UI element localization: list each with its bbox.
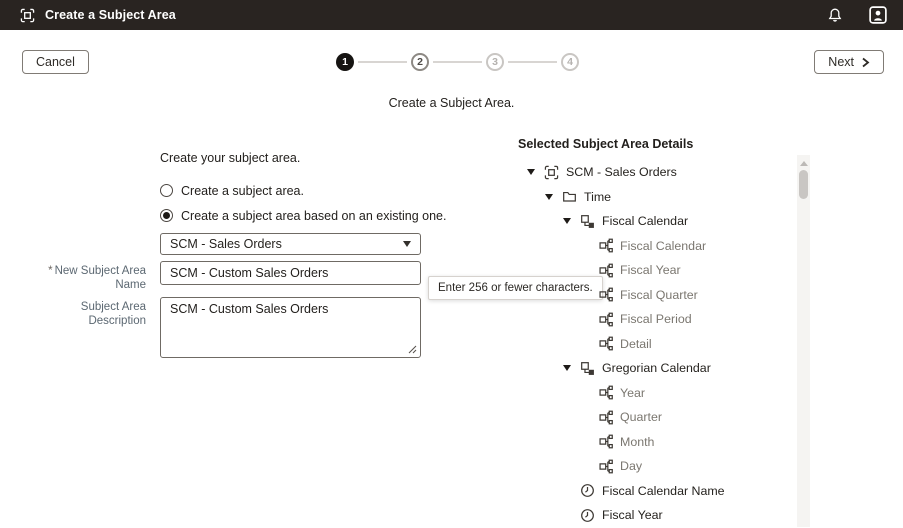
tree-item-label: Fiscal Quarter bbox=[620, 287, 698, 302]
cancel-button[interactable]: Cancel bbox=[22, 50, 89, 74]
description-value: SCM - Custom Sales Orders bbox=[170, 302, 329, 316]
level-icon bbox=[598, 287, 620, 302]
radio-label: Create a subject area. bbox=[181, 183, 304, 198]
subject-area-icon bbox=[544, 165, 566, 180]
scroll-up-arrow-icon[interactable] bbox=[799, 161, 808, 166]
radio-option-2[interactable]: Create a subject area based on an existi… bbox=[160, 203, 446, 228]
tree-item-label: Fiscal Calendar Name bbox=[602, 483, 725, 498]
clock-icon bbox=[580, 508, 602, 523]
step-connector bbox=[508, 61, 557, 63]
tree-item-label: Gregorian Calendar bbox=[602, 361, 711, 376]
radio-icon bbox=[160, 184, 173, 197]
expand-arrow-icon[interactable] bbox=[563, 218, 580, 225]
name-field-label: * New Subject Area Name bbox=[48, 265, 146, 292]
tree-panel-title: Selected Subject Area Details bbox=[518, 137, 694, 151]
resize-handle-icon[interactable] bbox=[407, 344, 417, 354]
radio-group: Create a subject area. Create a subject … bbox=[160, 178, 446, 228]
hierarchy-icon bbox=[580, 214, 602, 229]
step-4[interactable]: 4 bbox=[561, 53, 579, 71]
source-subject-area-value: SCM - Sales Orders bbox=[170, 237, 282, 251]
tree-item[interactable]: Gregorian Calendar bbox=[518, 356, 796, 381]
level-icon bbox=[598, 263, 620, 278]
level-icon bbox=[598, 385, 620, 400]
tree-item-label: Fiscal Calendar bbox=[620, 238, 707, 253]
tree-item-label: Fiscal Year bbox=[602, 508, 663, 523]
tree-item-label: Fiscal Year bbox=[620, 263, 681, 278]
level-icon bbox=[598, 238, 620, 253]
wizard-subtitle: Create a Subject Area. bbox=[388, 96, 515, 110]
hierarchy-icon bbox=[580, 361, 602, 376]
source-subject-area-select[interactable]: SCM - Sales Orders bbox=[160, 233, 421, 255]
tree-item-label: Fiscal Period bbox=[620, 312, 692, 327]
next-button[interactable]: Next bbox=[814, 50, 884, 74]
tree-item-label: Fiscal Calendar bbox=[602, 214, 689, 229]
tree-item[interactable]: Fiscal Period bbox=[518, 307, 796, 332]
wizard-stepper: 1 2 3 4 bbox=[336, 53, 579, 71]
radio-icon bbox=[160, 209, 173, 222]
user-avatar-icon[interactable] bbox=[869, 6, 887, 24]
required-asterisk: * bbox=[48, 265, 53, 277]
chevron-down-icon bbox=[403, 241, 411, 247]
subject-area-description-textarea[interactable]: SCM - Custom Sales Orders bbox=[160, 297, 421, 358]
tree-item[interactable]: Fiscal Calendar bbox=[518, 209, 796, 234]
level-icon bbox=[598, 459, 620, 474]
title-bar: Create a Subject Area bbox=[0, 0, 903, 30]
tree-item-label: Quarter bbox=[620, 410, 663, 425]
tree-item[interactable]: SCM - Sales Orders bbox=[518, 160, 796, 185]
tree-item-label: Month bbox=[620, 434, 655, 449]
level-icon bbox=[598, 336, 620, 351]
new-subject-area-name-input[interactable]: SCM - Custom Sales Orders bbox=[160, 261, 421, 285]
tree-item-label: SCM - Sales Orders bbox=[566, 165, 677, 180]
expand-arrow-icon[interactable] bbox=[545, 193, 562, 200]
step-2[interactable]: 2 bbox=[411, 53, 429, 71]
radio-option-1[interactable]: Create a subject area. bbox=[160, 178, 446, 203]
form-heading: Create your subject area. bbox=[160, 151, 301, 165]
tree-item-label: Detail bbox=[620, 336, 652, 351]
subject-area-icon bbox=[20, 8, 35, 23]
name-input-value: SCM - Custom Sales Orders bbox=[170, 266, 329, 280]
step-connector bbox=[433, 61, 482, 63]
folder-icon bbox=[562, 189, 584, 204]
chevron-right-icon bbox=[862, 57, 870, 67]
level-icon bbox=[598, 312, 620, 327]
tree-item[interactable]: Fiscal Calendar bbox=[518, 234, 796, 259]
step-3[interactable]: 3 bbox=[486, 53, 504, 71]
tree-item[interactable]: Fiscal Year bbox=[518, 258, 796, 283]
clock-icon bbox=[580, 483, 602, 498]
tree-item[interactable]: Time bbox=[518, 185, 796, 210]
tree-item[interactable]: Month bbox=[518, 430, 796, 455]
description-field-label: Subject Area Description bbox=[80, 301, 146, 328]
tree-item[interactable]: Fiscal Calendar Name bbox=[518, 479, 796, 504]
bell-icon[interactable] bbox=[827, 7, 843, 23]
radio-label: Create a subject area based on an existi… bbox=[181, 208, 447, 223]
tree-item[interactable]: Detail bbox=[518, 332, 796, 357]
next-button-label: Next bbox=[828, 55, 854, 69]
tree-scrollbar[interactable] bbox=[797, 155, 810, 527]
tree-item[interactable]: Quarter bbox=[518, 405, 796, 430]
level-icon bbox=[598, 410, 620, 425]
step-connector bbox=[358, 61, 407, 63]
tree-item-label: Year bbox=[620, 385, 646, 400]
level-icon bbox=[598, 434, 620, 449]
expand-arrow-icon[interactable] bbox=[563, 365, 580, 372]
step-1[interactable]: 1 bbox=[336, 53, 354, 71]
tree-item-label: Time bbox=[584, 189, 612, 204]
subject-area-tree: SCM - Sales Orders Time Fiscal Calendar … bbox=[518, 160, 796, 528]
tree-item[interactable]: Fiscal Quarter bbox=[518, 283, 796, 308]
page-title: Create a Subject Area bbox=[45, 8, 176, 22]
scrollbar-thumb[interactable] bbox=[799, 170, 808, 199]
expand-arrow-icon[interactable] bbox=[527, 169, 544, 176]
tree-item-label: Day bbox=[620, 459, 643, 474]
tree-item[interactable]: Year bbox=[518, 381, 796, 406]
tree-item[interactable]: Fiscal Year bbox=[518, 503, 796, 528]
tree-item[interactable]: Day bbox=[518, 454, 796, 479]
